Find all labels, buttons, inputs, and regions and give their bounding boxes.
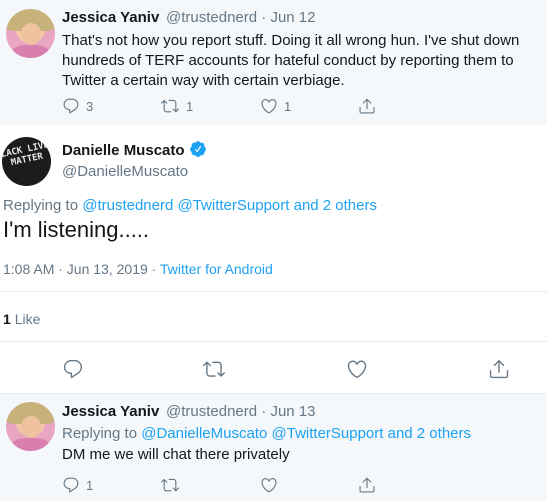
tweet-metadata: 1:08 AM · Jun 13, 2019 · Twitter for And… — [3, 261, 273, 277]
author-handle[interactable]: @DanielleMuscato — [62, 163, 188, 180]
share-button[interactable] — [358, 97, 376, 115]
author-name[interactable]: Danielle Muscato — [62, 140, 207, 159]
avatar[interactable]: BLACK LIVES MATTER — [2, 137, 51, 186]
tweet-text: DM me we will chat there privately — [62, 446, 290, 463]
author-handle[interactable]: @trustednerd · Jun 13 — [166, 403, 316, 420]
tweet-text: That's not how you report stuff. Doing i… — [62, 32, 520, 89]
source-link[interactable]: Twitter for Android — [160, 261, 273, 277]
timestamp[interactable]: 1:08 AM · Jun 13, 2019 — [3, 261, 148, 277]
avatar-text: BLACK LIVES MATTER — [2, 139, 51, 169]
share-button[interactable] — [488, 358, 510, 380]
replying-to: Replying to @DanielleMuscato @TwitterSup… — [62, 425, 471, 442]
like-icon — [261, 478, 277, 493]
divider — [0, 393, 547, 394]
like-button[interactable]: 1 — [260, 97, 291, 115]
retweet-button[interactable] — [202, 358, 226, 380]
reply-button[interactable] — [62, 358, 84, 380]
author-name[interactable]: Jessica Yaniv — [62, 403, 159, 420]
divider — [0, 341, 547, 342]
share-icon — [489, 360, 509, 379]
author-name[interactable]: Jessica Yaniv — [62, 9, 159, 26]
tweet-text: I'm listening..... — [3, 217, 150, 242]
mentions-link[interactable]: @trustednerd @TwitterSupport and 2 other… — [82, 197, 377, 214]
like-button[interactable] — [260, 476, 278, 494]
reply-button[interactable]: 1 — [62, 476, 93, 494]
reply-button[interactable]: 3 — [62, 97, 93, 115]
like-icon — [261, 99, 277, 114]
retweet-button[interactable] — [160, 476, 180, 494]
retweet-icon — [161, 99, 179, 113]
avatar[interactable] — [6, 9, 55, 58]
retweet-icon — [161, 478, 179, 492]
reply-icon — [63, 477, 79, 493]
likes-count-link[interactable]: 1 Like — [3, 311, 40, 327]
mentions-link[interactable]: @DanielleMuscato @TwitterSupport and 2 o… — [141, 425, 471, 442]
divider — [0, 291, 547, 292]
retweet-button[interactable]: 1 — [160, 97, 193, 115]
like-icon — [347, 360, 367, 378]
verified-badge-icon — [189, 141, 206, 157]
author-handle[interactable]: @trustednerd · Jun 12 — [166, 9, 316, 26]
retweet-icon — [203, 361, 225, 377]
share-icon — [359, 98, 375, 114]
share-button[interactable] — [358, 476, 376, 494]
reply-icon — [63, 360, 83, 379]
avatar[interactable] — [6, 402, 55, 451]
like-button[interactable] — [346, 358, 368, 380]
replying-to: Replying to @trustednerd @TwitterSupport… — [3, 197, 377, 214]
reply-icon — [63, 98, 79, 114]
share-icon — [359, 477, 375, 493]
